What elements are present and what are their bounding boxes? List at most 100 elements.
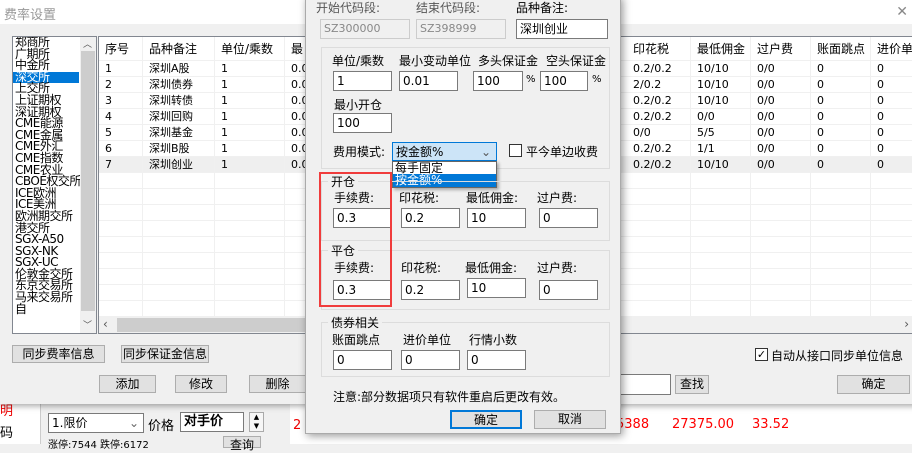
close-min-comm-input[interactable]: 10 [467, 278, 526, 298]
close-min-comm-label: 最低佣金: [465, 261, 518, 275]
column-header[interactable]: 印花税 [627, 37, 691, 61]
bond-decimals-input[interactable]: 0 [467, 350, 526, 370]
column-header[interactable]: 过户费 [751, 37, 811, 61]
table-cell: 0/0 [751, 157, 811, 173]
table-cell: 0.2/0.2 [627, 109, 691, 125]
bond-decimals-label: 行情小数 [469, 333, 518, 347]
min-open-label: 最小开仓 [334, 98, 383, 112]
scroll-up-icon[interactable]: ︿ [83, 37, 92, 50]
close-transfer-input[interactable]: 0 [539, 280, 598, 300]
table-cell: 10/10 [691, 157, 751, 173]
open-stamp-input[interactable]: 0.2 [401, 208, 460, 228]
open-min-comm-input[interactable]: 10 [467, 208, 526, 228]
sync-margin-button[interactable]: 同步保证金信息 [121, 345, 209, 363]
fee-mode-select[interactable]: 按金额% ⌄ [392, 142, 497, 161]
table-cell: 0 [811, 141, 871, 157]
column-header[interactable]: 序号 [99, 37, 143, 61]
table-cell: 0/0 [751, 77, 811, 93]
short-margin-input[interactable]: 100 [540, 71, 588, 91]
price-spinner[interactable]: ▲ ▼ [249, 412, 264, 432]
table-cell: 0/0 [751, 125, 811, 141]
order-type-select[interactable]: 1.限价 ⌄ [48, 413, 144, 433]
table-cell: 5/5 [691, 125, 751, 141]
exchange-list-scrollbar[interactable]: ︿ ﹀ [80, 37, 96, 333]
ok-button[interactable]: 确定 [837, 375, 910, 394]
table-cell: 深圳B股 [143, 141, 215, 157]
remark-input[interactable]: 深圳创业 [516, 19, 608, 39]
long-margin-input[interactable]: 100 [473, 71, 523, 91]
column-header[interactable]: 进价单 [871, 37, 912, 61]
table-cell: 0.2/0.2 [627, 157, 691, 173]
column-header[interactable]: 账面跳点 [811, 37, 871, 61]
end-code-label: 结束代码段: [416, 1, 481, 15]
exchange-item[interactable]: 自 [13, 303, 79, 316]
find-button[interactable]: 查找 [675, 375, 709, 394]
table-cell: 3 [99, 93, 143, 109]
close-transfer-label: 过户费: [537, 261, 578, 275]
unit-label: 单位/乘数 [332, 54, 385, 68]
table-cell: 0 [871, 141, 912, 157]
column-header[interactable]: 单位/乘数 [215, 37, 285, 61]
column-header[interactable]: 品种备注 [143, 37, 215, 61]
long-margin-label: 多头保证金 [478, 54, 539, 68]
table-cell: 0 [811, 77, 871, 93]
table-cell: 0 [811, 125, 871, 141]
price-input[interactable]: 对手价 [180, 412, 244, 432]
percent-sign: % [592, 74, 602, 85]
min-open-input[interactable]: 100 [333, 113, 392, 133]
highlight-box [319, 172, 392, 307]
sync-fee-button[interactable]: 同步费率信息 [12, 345, 105, 363]
table-cell: 1 [215, 93, 285, 109]
table-cell: 2 [99, 77, 143, 93]
query-button[interactable]: 查询 [223, 436, 261, 452]
close-today-label: 平今单边收费 [526, 145, 599, 159]
tick-input[interactable]: 0.01 [399, 71, 458, 91]
chevron-down-icon: ⌄ [480, 145, 491, 159]
close-today-checkbox[interactable] [509, 144, 522, 157]
table-cell: 5 [99, 125, 143, 141]
bond-tick-input[interactable]: 0 [333, 350, 392, 370]
table-cell: 深圳基金 [143, 125, 215, 141]
exchange-list[interactable]: 郑商所 广期所 中金所 深交所 上交所 上证期权 深证期权 CME能源 CME金属 CME外汇 CM… [12, 36, 97, 334]
dialog-ok-button[interactable]: 确定 [450, 410, 522, 429]
table-cell: 深圳A股 [143, 61, 215, 77]
table-cell: 7 [99, 157, 143, 173]
auto-sync-checkbox[interactable]: ✓ [755, 348, 768, 361]
table-cell: 1 [99, 61, 143, 77]
table-cell: 0/0 [751, 109, 811, 125]
scroll-right-icon[interactable]: › [904, 317, 909, 331]
table-cell: 2/0.2 [627, 77, 691, 93]
delete-button[interactable]: 删除 [249, 375, 306, 393]
modify-button[interactable]: 修改 [175, 375, 227, 393]
scroll-left-icon[interactable]: ‹ [103, 317, 108, 331]
bg-number: 2 [293, 418, 302, 433]
dialog-cancel-button[interactable]: 取消 [534, 410, 606, 429]
table-cell: 10/10 [691, 77, 751, 93]
table-cell: 1 [215, 109, 285, 125]
table-cell: 1 [215, 125, 285, 141]
add-button[interactable]: 添加 [99, 375, 156, 393]
scroll-down-icon[interactable]: ﹀ [83, 318, 92, 331]
table-cell: 0 [811, 109, 871, 125]
fee-mode-value: 按金额% [396, 145, 444, 159]
bond-price-unit-input[interactable]: 0 [401, 350, 460, 370]
edit-variety-dialog: 开始代码段: 结束代码段: 品种备注: SZ300000 SZ398999 深圳… [305, 0, 621, 434]
table-cell: 0 [811, 93, 871, 109]
column-header[interactable]: 最低佣金 [691, 37, 751, 61]
table-cell: 1/1 [691, 141, 751, 157]
window-title: 费率设置 [4, 8, 57, 23]
unit-input[interactable]: 1 [333, 71, 392, 91]
price-label: 价格 [148, 419, 175, 434]
open-transfer-input[interactable]: 0 [539, 208, 598, 228]
close-icon[interactable]: ✕ [896, 4, 908, 20]
open-stamp-label: 印花税: [399, 191, 440, 205]
table-cell: 1 [215, 77, 285, 93]
table-cell: 1 [215, 141, 285, 157]
remark-label: 品种备注: [516, 1, 569, 15]
table-cell: 0/0 [751, 61, 811, 77]
fee-mode-label: 费用模式: [333, 145, 386, 159]
close-stamp-input[interactable]: 0.2 [401, 280, 460, 300]
table-cell: 0 [871, 157, 912, 173]
table-cell: 深圳债券 [143, 77, 215, 93]
table-cell: 深圳回购 [143, 109, 215, 125]
